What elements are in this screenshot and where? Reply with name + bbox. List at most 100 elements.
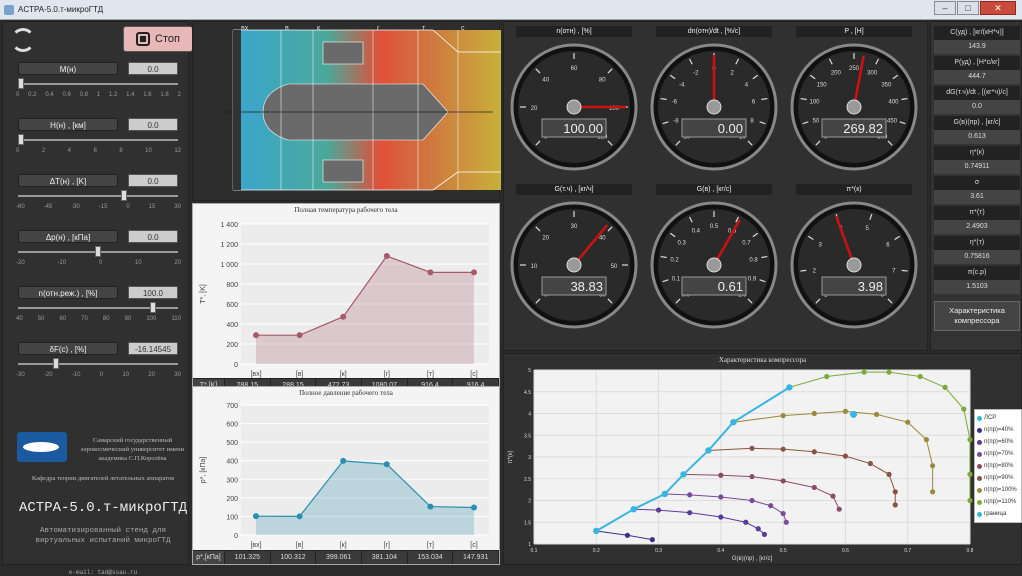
stop-button[interactable]: Стоп xyxy=(123,26,193,52)
slider-tick: 12 xyxy=(174,148,181,154)
y-axis-label: T*, [K] xyxy=(200,284,207,304)
slider-tick: 60 xyxy=(59,316,67,322)
param-slider[interactable] xyxy=(18,302,178,313)
gauge-tick-label: 100 xyxy=(809,100,820,106)
stop-icon xyxy=(136,32,151,46)
data-point xyxy=(967,497,973,504)
param-slider[interactable] xyxy=(18,134,178,145)
data-point xyxy=(630,506,637,513)
compressor-map-button[interactable]: Характеристика компрессора xyxy=(934,301,1020,331)
x-tick-label: [к] xyxy=(340,542,347,549)
data-point xyxy=(705,447,712,454)
param-value[interactable]: 0.0 xyxy=(128,62,178,75)
param-value[interactable]: 0.0 xyxy=(128,174,178,187)
slider-thumb[interactable] xyxy=(18,78,24,89)
param-group: δF(с) , [%] -16.14545 -30 -20 -10 0 10 20 30 xyxy=(13,342,193,394)
slider-thumb[interactable] xyxy=(95,246,101,257)
data-point xyxy=(655,507,662,513)
minimize-button[interactable]: – xyxy=(934,1,956,15)
gauge-hub xyxy=(846,257,862,273)
x-tick-label: 0.3 xyxy=(655,548,662,554)
slider-thumb[interactable] xyxy=(53,358,60,369)
compressor-map-plot: 11.522.533.544.550.1 0.2 0.3 0.4 0.5 0.6 0.7 0.… xyxy=(508,368,974,562)
output-param: η*(к) 0.74911 xyxy=(934,146,1020,176)
slider-tick: 30 xyxy=(174,204,181,210)
app-description: Автоматизированный стенд для виртуальных… xyxy=(35,527,171,545)
data-point xyxy=(967,471,973,477)
output-param: π*(т) 2.4903 xyxy=(934,206,1020,236)
output-param: η*(т) 0.75816 xyxy=(934,236,1020,266)
output-param-label: dG(т.ч)/dt , [(кг*ч)/c] xyxy=(934,86,1020,100)
output-params-panel: C(уд) , [кг/(кН*ч)] 143.9 P(уд) , [Н*с/кг]… xyxy=(930,21,1022,351)
data-point xyxy=(730,419,737,426)
gauge-tick-label: 400 xyxy=(888,100,899,106)
param-value[interactable]: 0.0 xyxy=(128,118,178,131)
slider-tick: 50 xyxy=(37,316,45,322)
slider-tick: 2 xyxy=(41,148,46,154)
y-tick-label: 2 xyxy=(528,499,531,505)
legend-marker xyxy=(977,427,982,433)
refresh-icon[interactable] xyxy=(11,28,35,52)
gauge-hub xyxy=(566,257,582,273)
slider-thumb[interactable] xyxy=(18,134,24,145)
param-slider[interactable] xyxy=(18,190,178,201)
data-point xyxy=(780,446,786,452)
slider-thumb[interactable] xyxy=(149,302,156,313)
data-point xyxy=(687,492,693,498)
param-value[interactable]: 0.0 xyxy=(128,230,178,243)
param-slider[interactable] xyxy=(18,358,178,369)
gauge-value: 269.82 xyxy=(843,121,883,136)
output-param-label: η*(т) xyxy=(934,236,1020,250)
legend-label: n(пр)=70% xyxy=(984,451,1014,457)
y-tick-label: 0 xyxy=(234,533,238,540)
maximize-button[interactable]: □ xyxy=(957,1,979,15)
engine-diagram xyxy=(223,29,501,191)
table-cell: 100.312 xyxy=(271,551,317,564)
legend-marker xyxy=(977,439,982,445)
slider-tick: 100 xyxy=(146,316,157,322)
window-title: ACTPA-5.0.т-микроГТД xyxy=(18,5,104,14)
y-tick-label: 400 xyxy=(226,322,238,329)
slider-ticks: -60 -45 -30 -15 0 15 30 xyxy=(16,204,181,210)
param-slider[interactable] xyxy=(18,246,178,257)
slider-tick: -20 xyxy=(16,260,25,266)
slider-thumb[interactable] xyxy=(120,190,127,201)
gauge-tick-label: 250 xyxy=(849,66,860,72)
data-point xyxy=(892,502,898,508)
param-slider[interactable] xyxy=(18,78,178,89)
y-tick-label: 500 xyxy=(226,440,238,447)
data-point xyxy=(383,252,390,259)
gauge-tick-label: 0.4 xyxy=(692,228,701,234)
table-cell: 381.104 xyxy=(362,551,408,564)
x-tick-label: 0.1 xyxy=(531,548,538,554)
output-param: P(уд) , [Н*с/кг] 444.7 xyxy=(934,56,1020,86)
data-point xyxy=(471,269,477,276)
data-point xyxy=(811,449,817,455)
station-label: вх xyxy=(241,25,249,32)
legend-item: n(пр)=90% xyxy=(977,472,1019,484)
gauge-tick-label: 30 xyxy=(571,224,578,230)
data-point xyxy=(942,384,948,390)
gauge-tick-label: 0.2 xyxy=(670,258,679,264)
legend-item: n(пр)=40% xyxy=(977,424,1019,436)
close-button[interactable]: ✕ xyxy=(980,1,1016,15)
gauge-tick-label: 40 xyxy=(542,78,549,84)
data-point xyxy=(749,473,755,480)
data-point xyxy=(680,471,687,478)
data-point xyxy=(836,506,842,512)
slider-tick: -60 xyxy=(16,204,25,210)
param-value[interactable]: -16.14545 xyxy=(128,342,178,355)
data-point xyxy=(383,461,390,468)
output-param-value: 0.75816 xyxy=(934,250,1020,264)
x-tick-label: 0.4 xyxy=(717,548,724,554)
slider-tick: 15 xyxy=(148,204,156,210)
gauge-tick-label: 150 xyxy=(817,82,828,88)
legend-marker xyxy=(977,415,982,421)
data-point xyxy=(873,411,880,417)
legend-item: n(пр)=70% xyxy=(977,448,1019,460)
slider-ticks: 0 2 4 6 8 10 12 xyxy=(16,148,181,154)
gauge-tick-label: 60 xyxy=(571,66,578,72)
param-value[interactable]: 100.0 xyxy=(128,286,178,299)
data-point xyxy=(718,514,724,520)
y-axis-label: π*(к) xyxy=(508,450,514,463)
